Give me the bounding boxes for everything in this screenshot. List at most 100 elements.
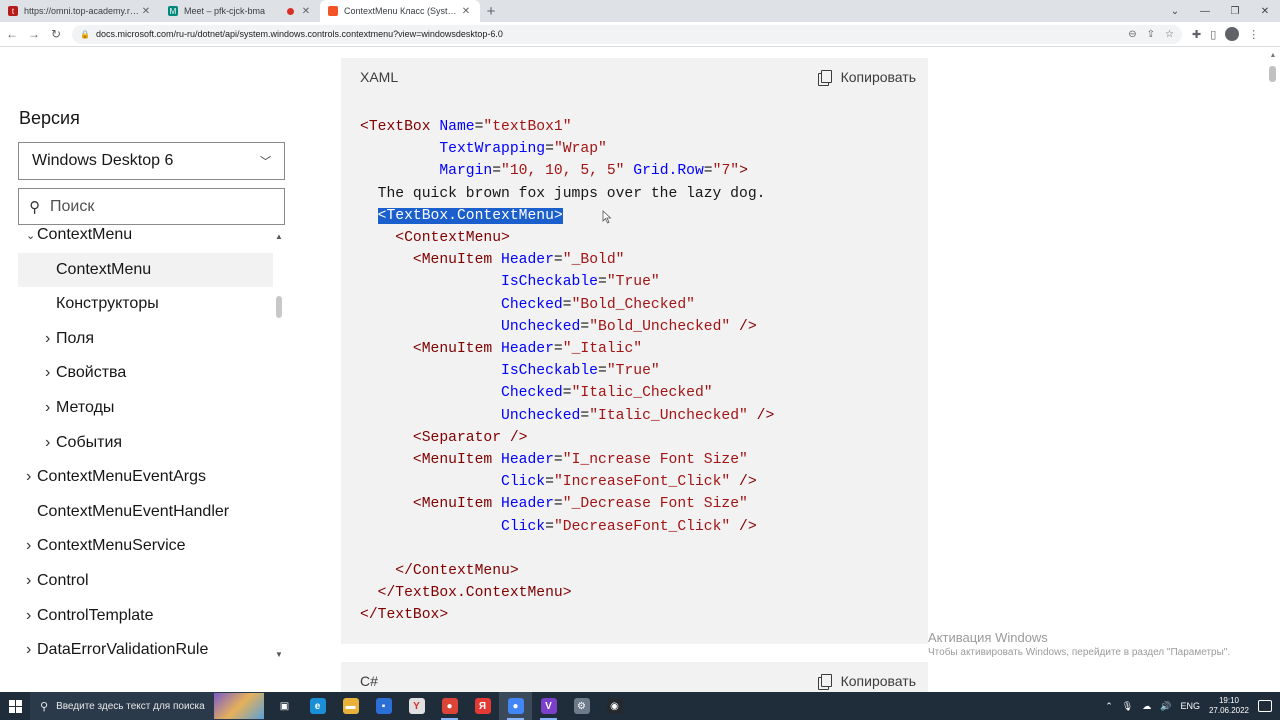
close-window-button[interactable]: ✕ (1250, 0, 1280, 22)
toc-search-input[interactable] (50, 197, 250, 216)
cloud-icon[interactable]: ☁ (1142, 701, 1151, 712)
scroll-up-arrow-icon[interactable]: ▲ (274, 232, 284, 241)
chevron-right-icon[interactable]: › (45, 364, 50, 382)
toc-item[interactable]: ⌄ ContextMenu (18, 228, 273, 252)
code-token: "DecreaseFont_Click" (553, 518, 731, 535)
toc-item[interactable]: › DataErrorValidationRule (18, 633, 273, 662)
code-token: Header (501, 341, 554, 358)
code-token: <MenuItem (412, 341, 502, 358)
code-line: Click="IncreaseFont_Click" /> (360, 474, 757, 490)
toc-item[interactable]: Конструкторы (18, 287, 273, 321)
extensions-icon[interactable]: ✚ (1192, 28, 1201, 41)
zoom-icon[interactable]: ⊖ (1128, 29, 1136, 40)
toc-item[interactable]: › Методы (18, 391, 273, 425)
reload-button[interactable]: ↻ (46, 24, 66, 44)
address-bar[interactable]: 🔒 docs.microsoft.com/ru-ru/dotnet/api/sy… (72, 24, 1182, 44)
copy-code-button[interactable]: Копировать (817, 673, 916, 690)
notifications-icon[interactable] (1258, 700, 1272, 712)
toc-item[interactable]: › Control (18, 564, 273, 598)
code-text[interactable]: <TextBox Name="textBox1" TextWrapping="W… (360, 116, 928, 627)
close-tab-icon[interactable]: ✕ (140, 6, 152, 17)
bookmark-star-icon[interactable]: ☆ (1165, 29, 1174, 40)
taskbar-app-edge[interactable]: e (301, 692, 334, 720)
toc-item[interactable]: › ContextMenuService (18, 529, 273, 563)
close-tab-icon[interactable]: ✕ (460, 6, 472, 17)
chevron-right-icon[interactable]: › (45, 434, 50, 452)
taskbar-app-chrome-active[interactable]: ● (499, 692, 532, 720)
chevron-right-icon[interactable]: › (26, 607, 31, 625)
code-token: "7" (712, 163, 740, 180)
taskbar-app-chrome[interactable]: ● (433, 692, 466, 720)
code-language: XAML (360, 69, 399, 85)
microphone-icon[interactable]: 🎙 (1122, 701, 1133, 712)
toc-search-box[interactable]: ⚲ (18, 188, 285, 225)
toc-item[interactable]: › ControlTemplate (18, 599, 273, 633)
toc-scroll-thumb[interactable] (276, 296, 282, 318)
tray-overflow-icon[interactable]: ⌃ (1105, 701, 1113, 712)
close-tab-icon[interactable]: ✕ (300, 6, 312, 17)
taskbar-app-yandex-browser[interactable]: Я (466, 692, 499, 720)
code-token: IsCheckable (501, 363, 598, 380)
scroll-up-arrow-icon[interactable]: ▲ (1266, 52, 1280, 59)
toc-item[interactable]: › События (18, 426, 273, 460)
side-panel-icon[interactable]: ▯ (1210, 28, 1216, 41)
code-token: = (598, 363, 607, 380)
clock[interactable]: 19:10 27.06.2022 (1209, 696, 1249, 716)
taskbar-app-task-view[interactable]: ▣ (268, 692, 301, 720)
taskbar-app-github[interactable]: ◉ (598, 692, 631, 720)
taskbar-app-yandex[interactable]: Y (400, 692, 433, 720)
toc-item[interactable]: › Поля (18, 322, 273, 356)
taskbar-app-visual-studio[interactable]: V (532, 692, 565, 720)
browser-tab[interactable]: M Meet – pfk-cjck-bma ✕ (160, 0, 320, 22)
code-body[interactable]: <TextBox Name="textBox1" TextWrapping="W… (341, 96, 928, 627)
toc-item[interactable]: ContextMenuEventHandler (18, 495, 273, 529)
menu-kebab-icon[interactable]: ⋮ (1248, 28, 1259, 41)
chevron-right-icon[interactable]: › (26, 641, 31, 659)
page-scrollbar[interactable]: ▲ (1266, 48, 1280, 692)
toc-scrollbar[interactable]: ▲ ▼ (274, 228, 284, 662)
page-scroll-thumb[interactable] (1269, 66, 1276, 82)
chevron-right-icon[interactable]: › (26, 537, 31, 555)
url-text[interactable]: docs.microsoft.com/ru-ru/dotnet/api/syst… (96, 29, 1128, 39)
taskbar-app-explorer[interactable]: ▬ (334, 692, 367, 720)
start-button[interactable] (0, 692, 30, 720)
forward-button[interactable]: → (24, 24, 44, 44)
share-icon[interactable]: ⇪ (1147, 29, 1155, 40)
search-icon: ⚲ (29, 198, 40, 216)
code-line: <TextBox Name="textBox1" (360, 119, 572, 135)
browser-tab[interactable]: t https://omni.top-academy.ru/#/✕ (0, 0, 160, 22)
profile-avatar[interactable] (1225, 27, 1240, 41)
scroll-down-arrow-icon[interactable]: ▼ (274, 650, 284, 659)
back-button[interactable]: ← (2, 24, 22, 44)
volume-icon[interactable]: 🔊 (1160, 701, 1171, 712)
code-token: <MenuItem (412, 496, 502, 513)
browser-tab[interactable]: ContextMenu Класс (System.Wi✕ (320, 0, 480, 22)
chevron-right-icon[interactable]: › (45, 330, 50, 348)
toc-item[interactable]: › ContextMenuEventArgs (18, 460, 273, 494)
chevron-down-icon[interactable]: ⌄ (26, 229, 35, 242)
code-block-xaml: XAML Копировать <TextBox Name="textBox1"… (341, 58, 928, 644)
version-select[interactable]: Windows Desktop 6 ﹀ (18, 142, 285, 180)
language-indicator[interactable]: ENG (1180, 701, 1200, 711)
chevron-right-icon[interactable]: › (26, 468, 31, 486)
taskbar-search[interactable]: ⚲ Введите здесь текст для поиска (30, 692, 264, 720)
toc-item[interactable]: › Свойства (18, 356, 273, 390)
minimize-button[interactable]: — (1190, 0, 1220, 22)
tab-search-icon[interactable]: ⌄ (1160, 0, 1190, 22)
taskbar-app-store[interactable]: ▪ (367, 692, 400, 720)
code-token: Grid.Row (633, 163, 704, 180)
taskbar-app-settings-tool[interactable]: ⚙ (565, 692, 598, 720)
recording-indicator-icon (287, 7, 294, 15)
chevron-right-icon[interactable]: › (45, 399, 50, 417)
tab-title: Meet – pfk-cjck-bma (184, 6, 266, 16)
toc-item[interactable]: ContextMenu (18, 252, 273, 287)
restore-button[interactable]: ❐ (1220, 0, 1250, 22)
new-tab-button[interactable]: + (480, 0, 502, 22)
copy-label: Копировать (840, 69, 916, 85)
copy-code-button[interactable]: Копировать (817, 69, 916, 86)
page-content: Версия Windows Desktop 6 ﹀ ⚲ ⌄ContextMen… (0, 48, 1280, 692)
chevron-right-icon[interactable]: › (26, 572, 31, 590)
